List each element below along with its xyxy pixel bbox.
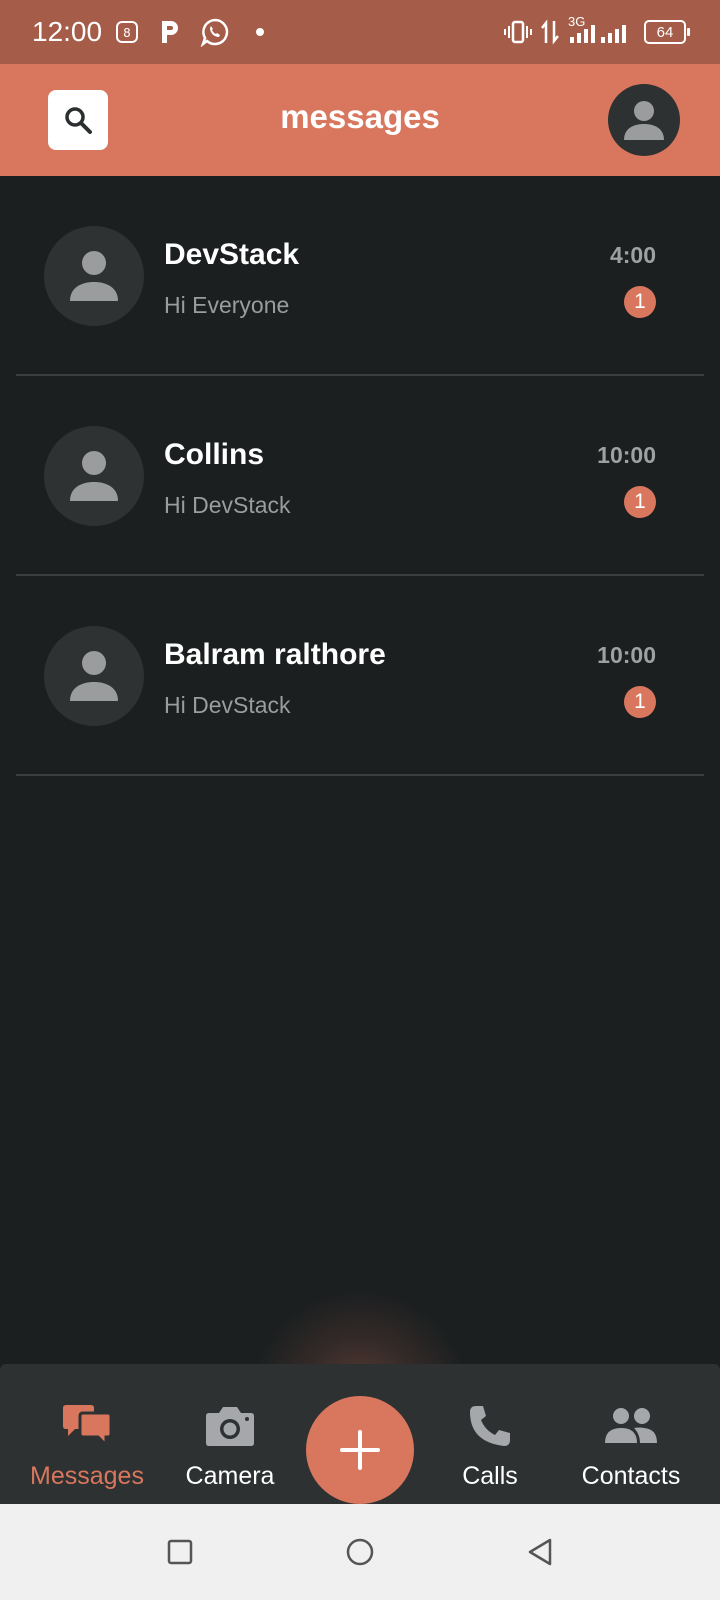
system-nav-bar [0, 1504, 720, 1600]
avatar [44, 226, 144, 326]
chat-time: 10:00 [597, 642, 656, 668]
phone-icon [468, 1404, 512, 1448]
status-time: 12:00 [32, 16, 103, 47]
new-message-button[interactable] [306, 1396, 414, 1504]
chat-preview: Hi DevStack [164, 692, 291, 718]
nav-messages[interactable]: Messages [18, 1364, 156, 1504]
circle-icon [346, 1538, 374, 1566]
square-icon [167, 1539, 193, 1565]
nav-calls[interactable]: Calls [440, 1364, 540, 1504]
back-triangle-icon [528, 1538, 552, 1566]
plus-icon [340, 1430, 380, 1470]
app-notification-icon: 8 [116, 16, 138, 48]
chat-name: DevStack [164, 238, 300, 271]
nav-label: Messages [30, 1462, 144, 1490]
unread-badge: 1 [624, 286, 656, 318]
unread-badge: 1 [624, 486, 656, 518]
avatar [44, 626, 144, 726]
profile-button[interactable] [608, 84, 680, 156]
people-icon [604, 1404, 658, 1448]
svg-text:8: 8 [123, 26, 131, 40]
battery-icon: 64 [644, 20, 690, 44]
battery-level: 64 [656, 23, 674, 41]
vibrate-icon [504, 16, 532, 48]
chat-time: 4:00 [609, 242, 656, 268]
avatar [44, 426, 144, 526]
chat-name: Collins [164, 438, 265, 471]
nav-contacts[interactable]: Contacts [556, 1364, 706, 1504]
parking-icon [158, 16, 182, 48]
divider [16, 774, 704, 776]
chat-time: 10:00 [597, 442, 656, 468]
chat-preview: Hi DevStack [164, 492, 291, 518]
whatsapp-icon [200, 16, 230, 48]
home-button[interactable] [342, 1534, 378, 1570]
chat-item[interactable]: DevStack Hi Everyone 4:00 1 [0, 176, 720, 376]
person-icon [70, 251, 118, 301]
chat-item[interactable]: Collins Hi DevStack 10:00 1 [0, 376, 720, 576]
unread-badge: 1 [624, 686, 656, 718]
person-icon [624, 101, 664, 140]
status-bar: 12:00 8 3G 64 [0, 0, 720, 64]
chat-preview: Hi Everyone [164, 292, 290, 318]
data-transfer-icon [540, 16, 560, 48]
person-icon [70, 651, 118, 701]
camera-icon [205, 1404, 255, 1448]
messages-screen: 12:00 8 3G 64 messages DevStack Hi Every… [0, 0, 720, 1600]
chat-bubbles-icon [61, 1404, 113, 1448]
nav-label: Calls [462, 1462, 518, 1490]
chat-item[interactable]: Balram ralthore Hi DevStack 10:00 1 [0, 576, 720, 776]
nav-label: Camera [185, 1462, 275, 1490]
person-icon [70, 451, 118, 501]
nav-label: Contacts [581, 1462, 681, 1490]
signal-icon [568, 16, 628, 48]
chat-name: Balram ralthore [164, 638, 386, 671]
recent-apps-button[interactable] [162, 1534, 198, 1570]
app-header: messages [0, 64, 720, 176]
back-button[interactable] [522, 1534, 558, 1570]
dot-icon [256, 16, 264, 48]
chat-list: DevStack Hi Everyone 4:00 1 Collins Hi D… [0, 176, 720, 776]
nav-camera[interactable]: Camera [172, 1364, 288, 1504]
